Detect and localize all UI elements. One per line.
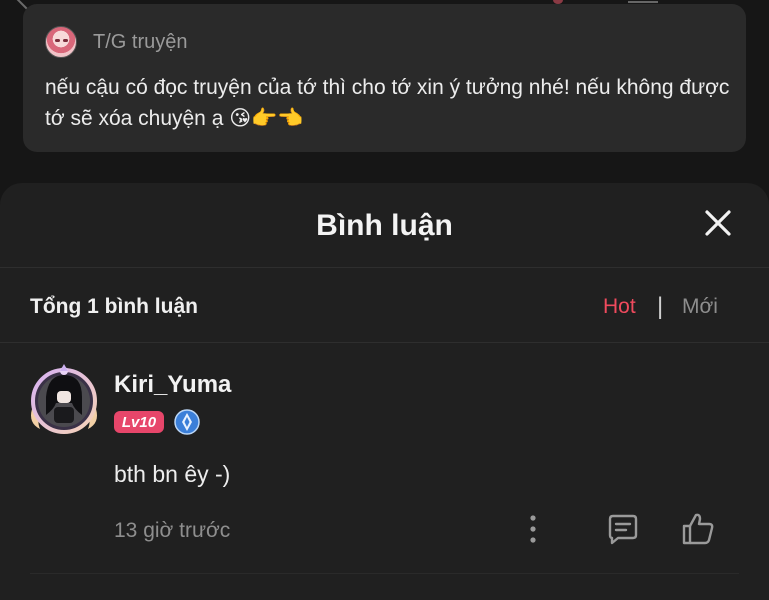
close-icon[interactable] bbox=[700, 205, 736, 241]
level-badge: Lv10 bbox=[114, 411, 164, 433]
divider bbox=[0, 342, 769, 343]
app-screen: T/G truyện nếu cậu có đọc truyện của tớ … bbox=[0, 0, 769, 600]
author-avatar bbox=[45, 26, 77, 58]
divider bbox=[0, 267, 769, 268]
commenter-name[interactable]: Kiri_Yuma bbox=[114, 371, 231, 399]
divider bbox=[30, 573, 739, 574]
thumbs-up-icon[interactable] bbox=[680, 511, 716, 547]
note-author: T/G truyện bbox=[45, 26, 187, 58]
sort-separator: | bbox=[657, 293, 664, 320]
author-note-text: nếu cậu có đọc truyện của tớ thì cho tớ … bbox=[45, 76, 730, 130]
author-label: T/G truyện bbox=[93, 30, 188, 53]
sheet-title: Bình luận bbox=[316, 209, 453, 242]
comments-sheet: Bình luận Tổng 1 bình luận Hot | Mới Kir… bbox=[0, 183, 769, 600]
comment-time: 13 giờ trước bbox=[114, 519, 231, 542]
sort-hot-tab[interactable]: Hot bbox=[603, 295, 636, 319]
author-note-card: T/G truyện nếu cậu có đọc truyện của tớ … bbox=[23, 4, 746, 152]
sort-new-tab[interactable]: Mới bbox=[682, 295, 718, 319]
comment-total: Tổng 1 bình luận bbox=[30, 295, 198, 318]
comment-text: bth bn êy -) bbox=[114, 461, 231, 487]
close-button[interactable] bbox=[700, 205, 736, 241]
more-vertical-icon[interactable] bbox=[522, 513, 544, 545]
rank-badge-icon bbox=[174, 409, 200, 435]
commenter-avatar[interactable] bbox=[26, 363, 102, 439]
comment-reply-icon[interactable] bbox=[606, 513, 640, 547]
